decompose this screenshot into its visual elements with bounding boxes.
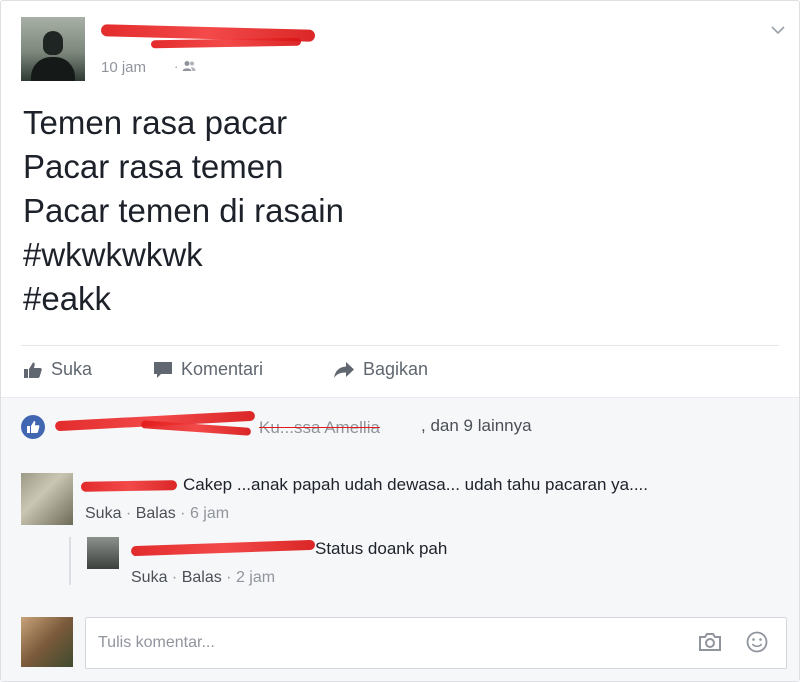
comment-input[interactable]: [96, 630, 660, 656]
comment-composer[interactable]: [85, 617, 787, 669]
like-reaction-icon: [21, 415, 45, 439]
author-avatar[interactable]: [21, 17, 85, 81]
timestamp-separator: ·: [174, 59, 179, 74]
commenter-avatar[interactable]: [21, 473, 73, 525]
reactor-count-link[interactable]: , dan 9 lainnya: [421, 416, 532, 436]
share-label: Bagikan: [363, 359, 429, 379]
reply-like-link[interactable]: Suka: [131, 569, 167, 586]
like-label: Suka: [51, 359, 93, 379]
post-message: Temen rasa pacar Pacar rasa temen Pacar …: [23, 101, 344, 321]
post-line: Temen rasa pacar: [23, 104, 288, 141]
comment-meta: Suka · Balas · 6 jam: [85, 505, 230, 522]
thumbs-up-icon: [24, 362, 42, 378]
reply-avatar[interactable]: [87, 537, 119, 569]
camera-icon[interactable]: [698, 632, 722, 657]
reactions-summary[interactable]: Ku...ssa Amellia , dan 9 lainnya: [1, 397, 799, 457]
redacted-commenter-name[interactable]: [80, 480, 178, 492]
reply-text: Status doank pah: [315, 539, 448, 558]
post-timestamp[interactable]: 10 jam: [101, 59, 146, 76]
redacted-replier-name[interactable]: [130, 539, 316, 557]
reply-reply-link[interactable]: Balas: [182, 569, 222, 586]
comment-icon: [154, 361, 172, 378]
reply-thread-line: [69, 537, 71, 585]
comment-time[interactable]: 6 jam: [190, 505, 229, 522]
action-divider: [21, 345, 779, 346]
comment-reply-link[interactable]: Balas: [136, 505, 176, 522]
like-button[interactable]: Suka: [23, 359, 92, 380]
post-line: Pacar temen di rasain: [23, 192, 344, 229]
comment-button[interactable]: Komentari: [153, 359, 263, 380]
comment-text: Cakep ...anak papah udah dewasa... udah …: [183, 475, 649, 494]
redacted-author-name-stroke: [150, 37, 302, 49]
friends-icon[interactable]: ·: [174, 59, 196, 74]
comment-label: Komentari: [181, 359, 264, 379]
hashtag-link[interactable]: #wkwkwkwk: [23, 233, 344, 277]
share-arrow-icon: [334, 361, 354, 378]
post-card: 10 jam · Temen rasa pacar Pacar rasa tem…: [0, 0, 800, 682]
comment-like-link[interactable]: Suka: [85, 505, 121, 522]
comments-section: Cakep ...anak papah udah dewasa... udah …: [1, 455, 799, 681]
emoji-icon[interactable]: [746, 631, 768, 658]
share-button[interactable]: Bagikan: [333, 359, 428, 380]
avatar-figure-body: [31, 57, 75, 81]
chevron-down-icon[interactable]: [771, 19, 785, 40]
reply-meta: Suka · Balas · 2 jam: [131, 569, 276, 586]
hashtag-link[interactable]: #eakk: [23, 277, 344, 321]
post-line: Pacar rasa temen: [23, 148, 284, 185]
reactor-names-link[interactable]: Ku...ssa Amellia: [259, 418, 380, 438]
reply-time[interactable]: 2 jam: [236, 569, 275, 586]
avatar-figure-head: [43, 31, 63, 55]
current-user-avatar: [21, 617, 73, 667]
